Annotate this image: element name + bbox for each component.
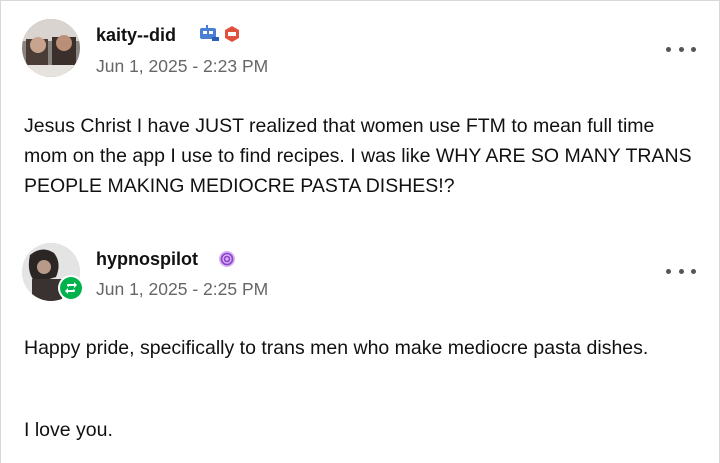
dot (666, 268, 671, 274)
dot (666, 46, 671, 52)
timestamp[interactable]: Jun 1, 2025 - 2:23 PM (96, 56, 268, 77)
post-body: Jesus Christ I have JUST realized that w… (24, 115, 692, 197)
avatar-image (22, 19, 80, 77)
more-options-icon[interactable] (666, 42, 696, 56)
dot (691, 46, 696, 52)
dot (678, 268, 684, 274)
reblog-badge (58, 275, 84, 301)
reblog-icon (65, 282, 77, 294)
spiral-badge-icon (219, 251, 235, 267)
user-badges (218, 250, 236, 268)
dot (678, 46, 684, 52)
post-body-paragraph: I love you. (24, 419, 113, 441)
more-options-icon[interactable] (666, 264, 696, 278)
post-hypnospilot: hypnospilot Jun 1, 2025 - 2:25 PM Happy … (0, 223, 720, 463)
post-body-paragraph: Happy pride, specifically to trans men w… (24, 337, 649, 359)
post-kaity: kaity--did Jun 1, 2025 - 2:23 PM Jesus C… (0, 0, 720, 224)
devil-badge-icon (225, 26, 239, 42)
dot (691, 268, 696, 274)
timestamp[interactable]: Jun 1, 2025 - 2:25 PM (96, 279, 268, 300)
username[interactable]: hypnospilot (96, 249, 198, 270)
post-thread: kaity--did Jun 1, 2025 - 2:23 PM Jesus C… (0, 0, 720, 463)
avatar[interactable] (22, 19, 80, 77)
robot-badge-icon (200, 25, 219, 41)
user-badges (198, 25, 241, 43)
username[interactable]: kaity--did (96, 25, 176, 46)
